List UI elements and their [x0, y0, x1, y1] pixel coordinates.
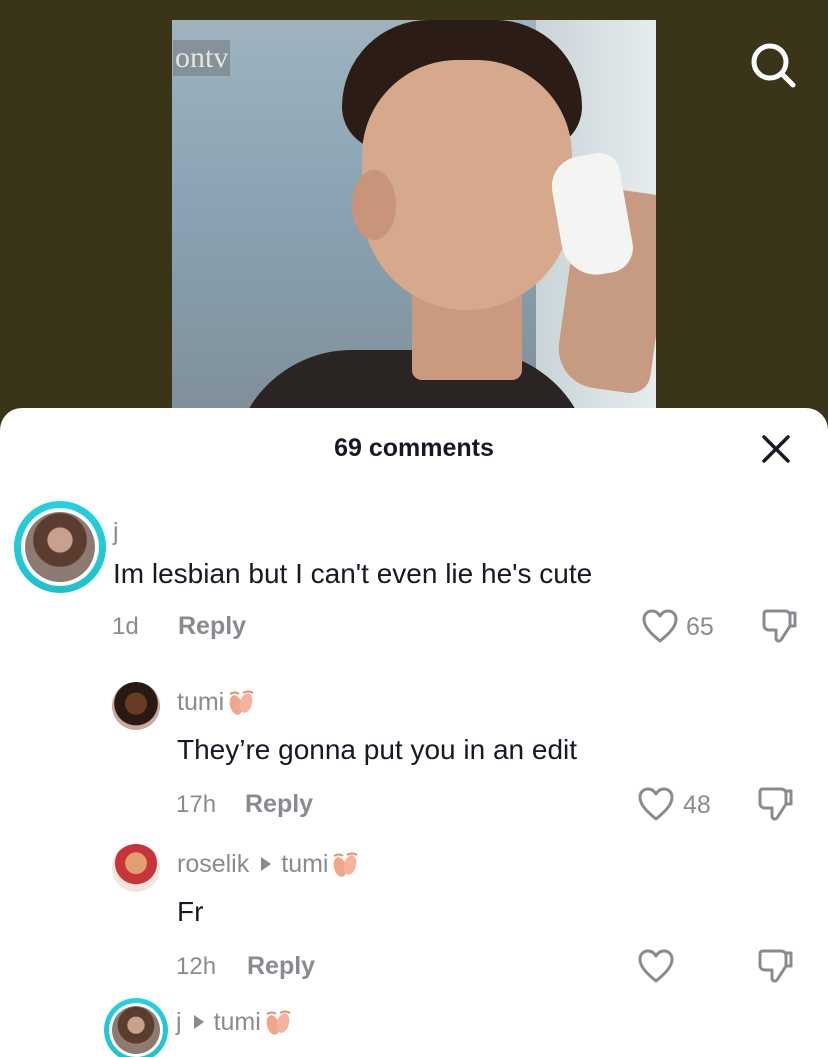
close-icon	[762, 435, 790, 463]
comment-text: They’re gonna put you in an edit	[177, 734, 578, 765]
comment-text: Im lesbian but I can't even lie he's cut…	[113, 558, 593, 589]
reply-button[interactable]: Reply	[178, 612, 246, 641]
avatar[interactable]	[112, 844, 160, 892]
username-text[interactable]: roselik	[177, 850, 249, 878]
search-icon	[751, 43, 796, 88]
reply-button[interactable]: Reply	[245, 790, 313, 819]
ballet-shoes-emoji	[229, 690, 254, 716]
reply-to-username[interactable]: tumi	[281, 850, 328, 878]
video-subject-face	[362, 60, 572, 310]
thumbs-down-icon[interactable]	[757, 785, 795, 823]
avatar[interactable]	[112, 682, 160, 730]
comment-time: 12h	[176, 953, 217, 980]
reply-arrow-icon	[193, 1015, 204, 1030]
username-text[interactable]: j	[176, 1008, 182, 1036]
heart-outline-icon[interactable]	[637, 786, 675, 822]
reply-button[interactable]: Reply	[247, 952, 315, 981]
heart-outline-icon[interactable]	[641, 608, 679, 644]
reply-item: roselik tumi Fr 12h Reply	[0, 840, 828, 990]
reply-item: j tumi	[0, 998, 828, 1057]
avatar[interactable]	[109, 1003, 163, 1057]
thumbs-down-icon[interactable]	[761, 607, 799, 645]
reply-item: tumi They’re gonna put you in an edit 17…	[0, 678, 828, 828]
reply-to-username[interactable]: tumi	[214, 1008, 261, 1036]
like-count: 48	[683, 791, 711, 819]
comment-time: 17h	[176, 791, 217, 818]
reply-arrow-icon	[261, 857, 272, 872]
ballet-shoes-emoji	[333, 852, 358, 878]
comment-item: j Im lesbian but I can't even lie he's c…	[0, 498, 828, 658]
like-count: 65	[686, 613, 714, 641]
comment-username[interactable]: j	[113, 518, 119, 547]
comment-time: 1d	[112, 613, 139, 640]
video-subject-ear	[352, 170, 396, 240]
comments-header: 69 comments	[0, 408, 828, 488]
ballet-shoes-emoji	[266, 1010, 291, 1036]
video-watermark: ontv	[173, 40, 231, 76]
comment-text: Fr	[177, 896, 204, 927]
search-button[interactable]	[748, 40, 798, 90]
close-button[interactable]	[760, 433, 792, 465]
heart-outline-icon[interactable]	[637, 948, 675, 984]
comment-username[interactable]: tumi	[177, 688, 256, 717]
comment-username[interactable]: roselik tumi	[177, 850, 360, 879]
username-text[interactable]: tumi	[177, 688, 224, 716]
avatar[interactable]	[21, 508, 99, 586]
comments-count: 69 comments	[334, 434, 494, 462]
thumbs-down-icon[interactable]	[757, 947, 795, 985]
video-area[interactable]: ontv	[0, 0, 828, 430]
video-frame[interactable]	[172, 20, 656, 420]
comment-username[interactable]: j tumi	[176, 1008, 293, 1037]
comments-sheet: 69 comments j Im lesbian but I can't eve…	[0, 408, 828, 1057]
